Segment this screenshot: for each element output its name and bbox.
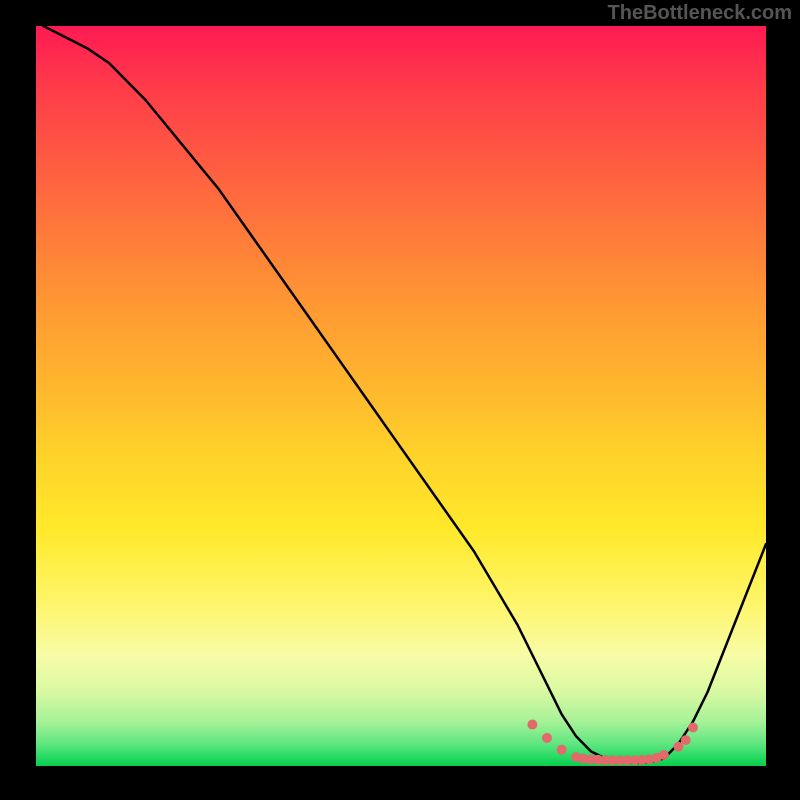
chart-svg <box>36 26 766 766</box>
plot-area <box>36 26 766 766</box>
highlight-dot <box>681 735 691 745</box>
highlight-dot <box>557 745 567 755</box>
highlight-dot <box>659 750 669 760</box>
highlight-dot <box>688 723 698 733</box>
highlight-dot <box>527 720 537 730</box>
watermark-text: TheBottleneck.com <box>608 2 792 25</box>
chart-container: TheBottleneck.com <box>0 0 800 800</box>
highlight-dot <box>542 733 552 743</box>
bottleneck-curve <box>43 26 766 763</box>
